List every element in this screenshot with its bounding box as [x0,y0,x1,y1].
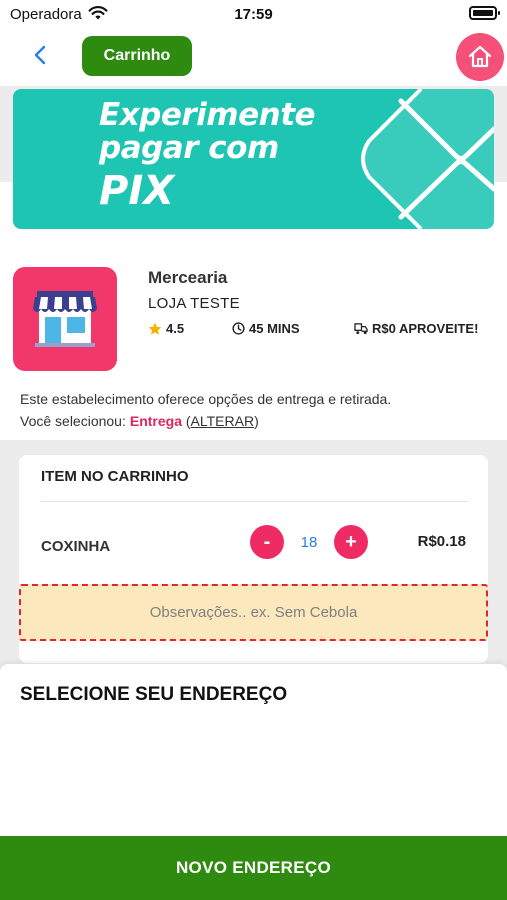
status-bar: Operadora 17:59 [0,0,507,28]
chevron-left-icon [34,45,46,65]
home-button[interactable] [456,33,504,81]
selected-mode-line: Você selecionou: Entrega (ALTERAR) [20,413,259,429]
notes-input[interactable] [19,584,488,641]
increase-quantity-button[interactable]: + [334,525,368,559]
delivery-icon [354,323,368,335]
plus-icon: + [345,530,357,553]
quantity-value: 18 [300,534,318,551]
delivery-value: R$0 APROVEITE! [372,321,479,336]
star-icon [148,322,162,335]
divider [41,501,468,502]
store-logo [13,267,117,371]
clock: 17:59 [234,6,273,23]
home-icon [468,45,492,68]
new-address-button[interactable]: NOVO ENDEREÇO [0,836,507,900]
address-title: SELECIONE SEU ENDEREÇO [20,684,288,705]
banner-line-1: Experimente [99,97,316,133]
store-rating: 4.5 [148,321,184,336]
nav-bar: Carrinho [0,28,507,86]
back-button[interactable] [26,40,56,70]
time-value: 45 MINS [249,321,300,336]
address-sheet: SELECIONE SEU ENDEREÇO [0,664,507,836]
selected-label: Você selecionou: [20,413,126,429]
store-delivery-time: 45 MINS [232,321,300,336]
battery-icon [469,6,500,20]
store-name: Mercearia [148,268,228,287]
shop-icon [33,291,97,347]
change-mode-link[interactable]: ALTERAR [191,413,255,429]
cart-title: ITEM NO CARRINHO [41,468,189,485]
clock-icon [232,322,245,335]
store-delivery-fee: R$0 APROVEITE! [354,321,478,336]
banner-line-3: PIX [99,168,175,215]
cart-item-name: COXINHA [41,538,111,555]
service-info: Este estabelecimento oferece opções de e… [20,391,392,407]
minus-icon: - [263,530,271,553]
rating-value: 4.5 [166,321,185,336]
store-meta: 4.5 45 MINS R$0 APROVEITE! [148,321,488,339]
banner-line-2: pagar com [99,129,279,166]
banner-text: Experimente pagar com PIX [99,97,316,215]
pix-logo-shape [361,89,494,229]
cart-item-price: R$0.18 [417,533,466,550]
selected-mode: Entrega [129,413,182,429]
page-title: Carrinho [82,36,192,76]
store-subtitle: LOJA TESTE [148,295,240,312]
pix-promo-banner[interactable]: Experimente pagar com PIX [13,89,494,229]
decrease-quantity-button[interactable]: - [250,525,284,559]
paren-close: ) [254,413,259,429]
